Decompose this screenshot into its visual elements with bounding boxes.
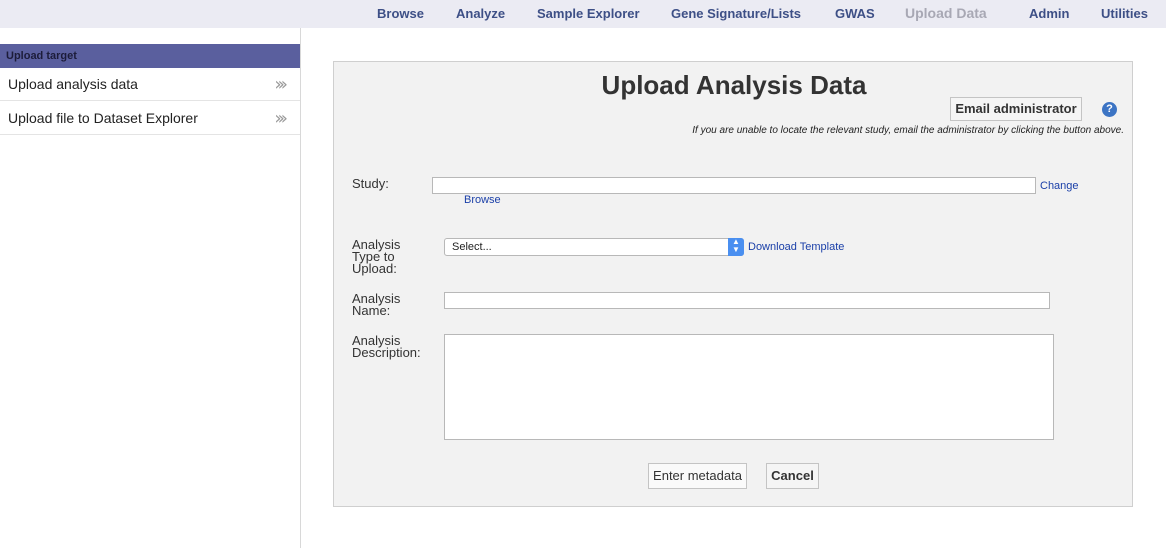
sidebar-item-upload-file-to-dataset-explorer[interactable]: Upload file to Dataset Explorer ››› bbox=[0, 102, 300, 135]
study-label: Study: bbox=[352, 176, 389, 191]
analysis-name-field[interactable] bbox=[444, 292, 1050, 309]
nav-gwas[interactable]: GWAS bbox=[835, 6, 875, 21]
email-administrator-button[interactable]: Email administrator bbox=[950, 97, 1082, 121]
analysis-description-textarea[interactable] bbox=[444, 334, 1054, 440]
nav-upload-data[interactable]: Upload Data bbox=[905, 5, 987, 21]
study-field[interactable] bbox=[432, 177, 1036, 194]
nav-gene-signature-lists[interactable]: Gene Signature/Lists bbox=[671, 6, 801, 21]
nav-analyze[interactable]: Analyze bbox=[456, 6, 505, 21]
top-navigation: Browse Analyze Sample Explorer Gene Sign… bbox=[0, 0, 1166, 28]
sidebar-header: Upload target bbox=[0, 44, 300, 68]
sidebar-item-label: Upload file to Dataset Explorer bbox=[8, 110, 198, 126]
analysis-type-label: Analysis Type to Upload: bbox=[352, 238, 400, 276]
help-icon[interactable]: ? bbox=[1102, 102, 1117, 117]
sidebar-item-upload-analysis-data[interactable]: Upload analysis data ››› bbox=[0, 68, 300, 101]
analysis-description-label-line: Description: bbox=[352, 345, 421, 360]
nav-browse[interactable]: Browse bbox=[377, 6, 424, 21]
double-chevron-right-icon: ››› bbox=[274, 108, 287, 129]
select-arrows-icon: ▲ ▼ bbox=[728, 238, 744, 256]
analysis-type-label-line: Upload: bbox=[352, 261, 397, 276]
analysis-name-label: Analysis Name: bbox=[352, 292, 400, 318]
download-template-link[interactable]: Download Template bbox=[748, 241, 844, 253]
nav-admin[interactable]: Admin bbox=[1029, 6, 1069, 21]
help-note: If you are unable to locate the relevant… bbox=[692, 125, 1124, 136]
analysis-type-selected-value: Select... bbox=[452, 241, 492, 253]
analysis-name-label-line: Name: bbox=[352, 303, 391, 318]
analysis-type-select[interactable]: Select... ▲ ▼ bbox=[444, 238, 744, 256]
upload-form-panel: Upload Analysis Data Email administrator… bbox=[333, 61, 1133, 507]
cancel-button[interactable]: Cancel bbox=[766, 463, 819, 489]
sidebar: Upload target Upload analysis data ››› U… bbox=[0, 28, 301, 548]
change-link[interactable]: Change bbox=[1040, 180, 1079, 192]
enter-metadata-button[interactable]: Enter metadata bbox=[648, 463, 747, 489]
nav-sample-explorer[interactable]: Sample Explorer bbox=[537, 6, 640, 21]
sidebar-item-label: Upload analysis data bbox=[8, 76, 138, 92]
analysis-description-label: Analysis Description: bbox=[352, 334, 421, 360]
browse-link[interactable]: Browse bbox=[464, 194, 501, 206]
double-chevron-right-icon: ››› bbox=[274, 74, 287, 95]
nav-utilities[interactable]: Utilities bbox=[1101, 6, 1148, 21]
